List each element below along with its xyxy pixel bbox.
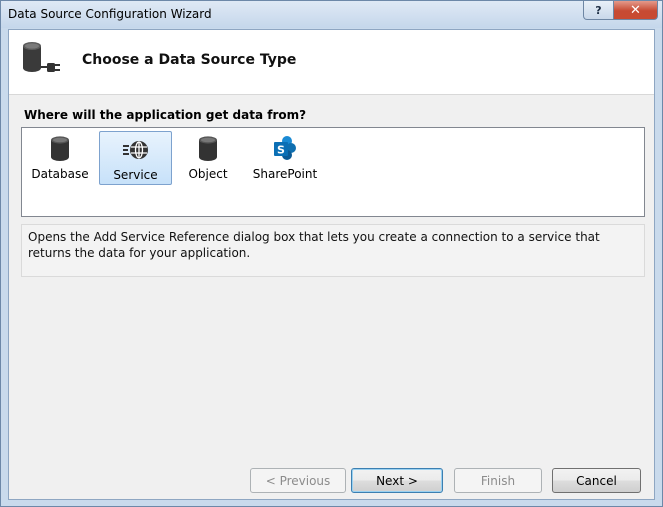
title-bar[interactable]: Data Source Configuration Wizard ? ✕: [1, 1, 662, 28]
source-item-sharepoint[interactable]: S SharePoint: [250, 131, 320, 185]
previous-button[interactable]: < Previous: [250, 468, 346, 493]
wizard-body: Choose a Data Source Type Where will the…: [8, 29, 655, 500]
cancel-button[interactable]: Cancel: [552, 468, 641, 493]
help-button[interactable]: ?: [583, 1, 614, 20]
finish-button[interactable]: Finish: [454, 468, 542, 493]
data-source-list: Database Service Object S SharePoint: [21, 127, 645, 217]
source-description: Opens the Add Service Reference dialog b…: [21, 224, 645, 277]
next-button[interactable]: Next >: [351, 468, 443, 493]
source-question-label: Where will the application get data from…: [24, 108, 307, 122]
page-title: Choose a Data Source Type: [82, 52, 297, 68]
source-item-database[interactable]: Database: [31, 131, 89, 185]
close-button[interactable]: ✕: [613, 1, 658, 20]
svg-text:S: S: [277, 144, 285, 157]
wizard-window: Data Source Configuration Wizard ? ✕ Cho…: [0, 0, 663, 507]
source-item-service[interactable]: Service: [99, 131, 172, 185]
source-label-service: Service: [113, 168, 158, 182]
service-globe-icon: [122, 141, 148, 159]
database-icon: [51, 136, 69, 161]
source-label-object: Object: [188, 167, 228, 181]
object-icon: [199, 136, 217, 161]
help-icon: ?: [595, 3, 602, 17]
sharepoint-icon: S: [274, 136, 296, 160]
window-title: Data Source Configuration Wizard: [8, 7, 212, 21]
source-item-object[interactable]: Object: [182, 131, 234, 185]
database-plug-icon: [23, 42, 60, 72]
wizard-header: Choose a Data Source Type: [9, 30, 654, 95]
source-label-database: Database: [31, 167, 89, 181]
source-label-sharepoint: SharePoint: [252, 167, 318, 181]
close-icon: ✕: [630, 2, 641, 18]
